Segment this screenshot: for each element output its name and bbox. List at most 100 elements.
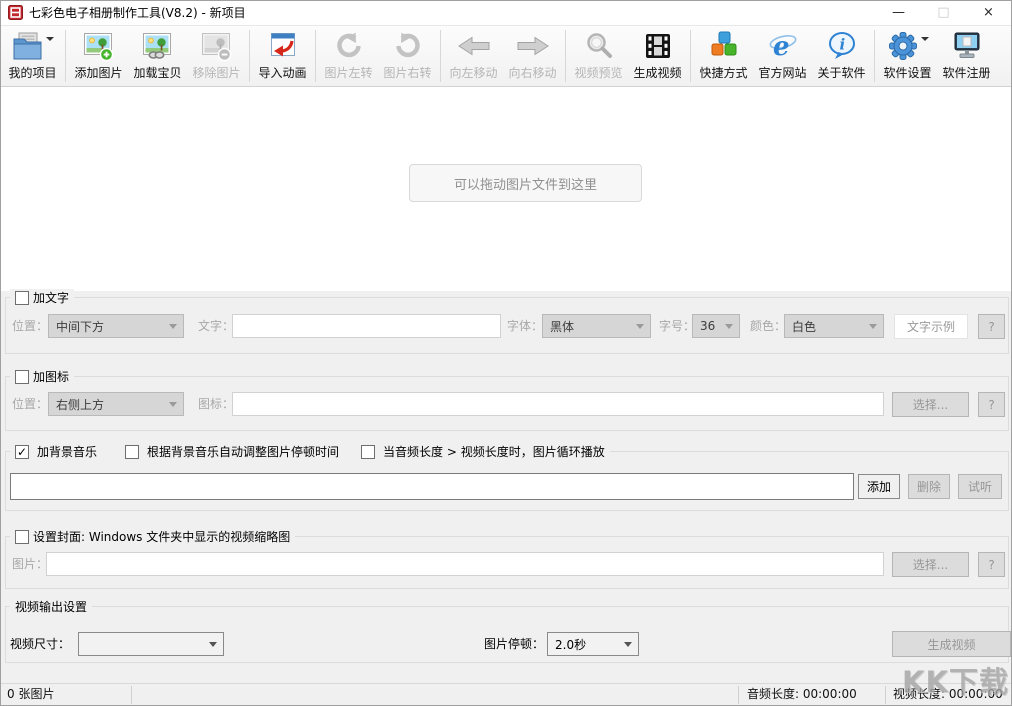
chevron-down-icon xyxy=(624,642,632,647)
add-music-checkbox[interactable]: ✓ xyxy=(15,445,29,459)
toolbar-button-label: 软件注册 xyxy=(942,64,990,81)
music-auto-checkbox-group: 根据背景音乐自动调整图片停顿时间 xyxy=(125,443,339,460)
text-input[interactable] xyxy=(232,314,501,338)
toolbar-button-label: 软件设置 xyxy=(883,64,931,81)
toolbar-button-settings[interactable]: 软件设置 xyxy=(878,28,937,85)
toolbar-button-remove-image[interactable]: 移除图片 xyxy=(187,28,246,85)
toolbar-button-rotate-left[interactable]: 图片左转 xyxy=(319,28,378,85)
icon-help-button[interactable]: ? xyxy=(978,392,1005,417)
video-size-select[interactable] xyxy=(78,632,224,656)
text-sample-button[interactable]: 文字示例 xyxy=(894,314,968,339)
icon-position-value: 右侧上方 xyxy=(56,396,104,413)
icon-choose-button[interactable]: 选择... xyxy=(892,392,969,417)
loop-playback-label: 当音频长度 > 视频长度时，图片循环播放 xyxy=(383,443,605,460)
close-button[interactable]: × xyxy=(966,1,1011,24)
cover-choose-button[interactable]: 选择... xyxy=(892,552,969,577)
background-music-legend: ✓ 加背景音乐 根据背景音乐自动调整图片停顿时间 当音频长度 > 视频长度时，图… xyxy=(10,443,610,460)
color-label: 颜色： xyxy=(750,314,786,338)
toolbar-separator xyxy=(874,30,875,82)
music-add-button[interactable]: 添加 xyxy=(858,474,900,499)
maximize-button[interactable]: □ xyxy=(921,1,966,24)
toolbar-button-register[interactable]: 软件注册 xyxy=(937,28,996,85)
toolbar-button-label: 生成视频 xyxy=(633,64,681,81)
music-loop-checkbox-group: 当音频长度 > 视频长度时，图片循环播放 xyxy=(361,443,605,460)
toolbar-button-label: 我的项目 xyxy=(8,64,56,81)
toolbar-button-label: 添加图片 xyxy=(74,64,122,81)
icon-file-input[interactable] xyxy=(232,392,884,416)
position-label: 位置： xyxy=(12,314,48,338)
toolbar-button-move-right[interactable]: 向右移动 xyxy=(503,28,562,85)
statusbar-separator xyxy=(131,686,132,704)
toolbar-separator xyxy=(315,30,316,82)
folder-icon xyxy=(12,30,54,63)
toolbar-button-shortcut[interactable]: 快捷方式 xyxy=(694,28,753,85)
toolbar-button-import-animation[interactable]: 导入动画 xyxy=(253,28,312,85)
text-position-select[interactable]: 中间下方 xyxy=(48,314,184,338)
cubes-icon xyxy=(708,30,740,63)
add-text-checkbox[interactable] xyxy=(15,291,29,305)
chevron-down-icon xyxy=(725,324,733,329)
add-image-icon xyxy=(83,30,115,63)
image-count-status: 0 张图片 xyxy=(7,684,54,705)
background-music-groupbox: ✓ 加背景音乐 根据背景音乐自动调整图片停顿时间 当音频长度 > 视频长度时，图… xyxy=(5,451,1009,511)
chevron-down-icon xyxy=(169,402,177,407)
music-preview-button[interactable]: 试听 xyxy=(958,474,1002,499)
music-file-input[interactable] xyxy=(10,473,854,500)
titlebar: 七彩色电子相册制作工具(V8.2) - 新项目 — □ × xyxy=(1,1,1011,24)
toolbar-separator xyxy=(440,30,441,82)
minimize-button[interactable]: — xyxy=(876,1,921,24)
color-select[interactable]: 白色 xyxy=(784,314,884,338)
toolbar-button-my-projects[interactable]: 我的项目 xyxy=(3,28,62,85)
image-pause-select[interactable]: 2.0秒 xyxy=(547,632,639,656)
toolbar-button-rotate-right[interactable]: 图片右转 xyxy=(378,28,437,85)
text-position-value: 中间下方 xyxy=(56,318,104,335)
toolbar-separator xyxy=(65,30,66,82)
add-text-label: 加文字 xyxy=(33,289,69,306)
toolbar-button-generate-video[interactable]: 生成视频 xyxy=(628,28,687,85)
cover-groupbox: 设置封面: Windows 文件夹中显示的视频缩略图 图片： 选择... ? xyxy=(5,536,1009,589)
toolbar-button-load-taobao[interactable]: 加载宝贝 xyxy=(128,28,187,85)
font-label: 字体： xyxy=(507,314,543,338)
text-help-button[interactable]: ? xyxy=(978,314,1005,339)
font-select[interactable]: 黑体 xyxy=(542,314,651,338)
icon-file-label: 图标： xyxy=(198,392,234,416)
toolbar-button-preview-video[interactable]: 视频预览 xyxy=(569,28,628,85)
app-window: 七彩色电子相册制作工具(V8.2) - 新项目 — □ × 我的项目 xyxy=(0,0,1012,706)
font-value: 黑体 xyxy=(550,318,574,335)
music-delete-button[interactable]: 删除 xyxy=(908,474,950,499)
toolbar-button-add-images[interactable]: 添加图片 xyxy=(69,28,128,85)
set-cover-checkbox[interactable] xyxy=(15,530,29,544)
toolbar-button-label: 图片左转 xyxy=(324,64,372,81)
magnifier-icon xyxy=(584,30,614,63)
loop-playback-checkbox[interactable] xyxy=(361,445,375,459)
info-icon: i xyxy=(827,30,857,63)
gear-icon xyxy=(887,30,929,63)
cover-help-button[interactable]: ? xyxy=(978,552,1005,577)
toolbar-button-move-left[interactable]: 向左移动 xyxy=(444,28,503,85)
svg-text:e: e xyxy=(773,32,790,61)
video-output-title: 视频输出设置 xyxy=(15,598,87,615)
statusbar-separator xyxy=(738,686,739,704)
toolbar-button-official-website[interactable]: e 官方网站 xyxy=(753,28,812,85)
toolbar-button-label: 向右移动 xyxy=(508,64,556,81)
arrow-right-icon xyxy=(516,30,550,63)
add-text-legend: 加文字 xyxy=(10,289,74,306)
toolbar-button-label: 关于软件 xyxy=(817,64,865,81)
toolbar-separator xyxy=(690,30,691,82)
add-icon-groupbox: 加图标 位置： 右侧上方 图标： 选择... ? xyxy=(5,376,1009,431)
cover-image-input[interactable] xyxy=(46,552,884,576)
toolbar-button-label: 导入动画 xyxy=(258,64,306,81)
chevron-down-icon xyxy=(921,37,929,41)
auto-adjust-checkbox[interactable] xyxy=(125,445,139,459)
chevron-down-icon xyxy=(636,324,644,329)
link-image-icon xyxy=(142,30,174,63)
add-icon-checkbox[interactable] xyxy=(15,370,29,384)
set-cover-label: 设置封面: Windows 文件夹中显示的视频缩略图 xyxy=(33,528,290,545)
add-music-label: 加背景音乐 xyxy=(37,443,97,460)
icon-position-select[interactable]: 右侧上方 xyxy=(48,392,184,416)
image-drop-area[interactable]: 可以拖动图片文件到这里 xyxy=(1,88,1011,291)
window-controls: — □ × xyxy=(876,1,1011,24)
font-size-select[interactable]: 36 xyxy=(692,314,740,338)
generate-video-button[interactable]: 生成视频 xyxy=(892,631,1011,657)
toolbar-button-about[interactable]: i 关于软件 xyxy=(812,28,871,85)
